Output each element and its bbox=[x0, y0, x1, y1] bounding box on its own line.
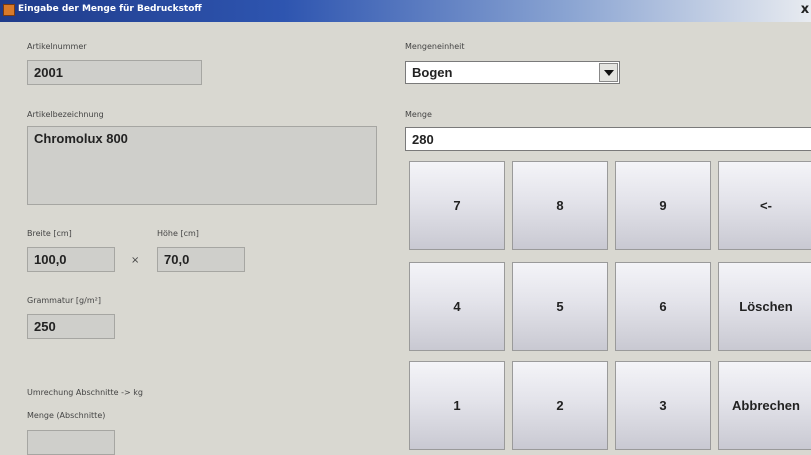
title-bar: Eingabe der Menge für Bedruckstoff x bbox=[0, 0, 811, 22]
menge-abschnitte-field[interactable] bbox=[27, 430, 115, 455]
key-6-button[interactable]: 6 bbox=[615, 262, 711, 351]
backspace-button[interactable]: <- bbox=[718, 161, 811, 250]
times-sign: × bbox=[131, 255, 140, 266]
app-icon bbox=[3, 4, 15, 16]
mengeneinheit-value: Bogen bbox=[412, 65, 453, 80]
key-2-button[interactable]: 2 bbox=[512, 361, 608, 450]
abbrechen-button[interactable]: Abbrechen bbox=[718, 361, 811, 450]
key-4-button[interactable]: 4 bbox=[409, 262, 505, 351]
artikelbezeichnung-label: Artikelbezeichnung bbox=[27, 110, 104, 119]
breite-label: Breite [cm] bbox=[27, 229, 72, 238]
breite-field: 100,0 bbox=[27, 247, 115, 272]
artikelnummer-label: Artikelnummer bbox=[27, 42, 87, 51]
hoehe-label: Höhe [cm] bbox=[157, 229, 199, 238]
close-icon[interactable]: x bbox=[798, 2, 811, 18]
chevron-down-icon[interactable] bbox=[599, 63, 618, 82]
mengeneinheit-label: Mengeneinheit bbox=[405, 42, 465, 51]
menge-input[interactable]: 280 bbox=[405, 127, 811, 151]
key-1-button[interactable]: 1 bbox=[409, 361, 505, 450]
artikelnummer-field: 2001 bbox=[27, 60, 202, 85]
key-5-button[interactable]: 5 bbox=[512, 262, 608, 351]
umrechnung-title: Umrechung Abschnitte -> kg bbox=[27, 388, 143, 397]
loeschen-button[interactable]: Löschen bbox=[718, 262, 811, 351]
key-3-button[interactable]: 3 bbox=[615, 361, 711, 450]
grammatur-label: Grammatur [g/m²] bbox=[27, 296, 101, 305]
grammatur-field: 250 bbox=[27, 314, 115, 339]
menge-abschnitte-label: Menge (Abschnitte) bbox=[27, 411, 106, 420]
artikelbezeichnung-field: Chromolux 800 bbox=[27, 126, 377, 205]
window-title: Eingabe der Menge für Bedruckstoff bbox=[18, 4, 202, 14]
key-7-button[interactable]: 7 bbox=[409, 161, 505, 250]
key-8-button[interactable]: 8 bbox=[512, 161, 608, 250]
mengeneinheit-select[interactable]: Bogen bbox=[405, 61, 620, 84]
hoehe-field: 70,0 bbox=[157, 247, 245, 272]
menge-label: Menge bbox=[405, 110, 432, 119]
key-9-button[interactable]: 9 bbox=[615, 161, 711, 250]
